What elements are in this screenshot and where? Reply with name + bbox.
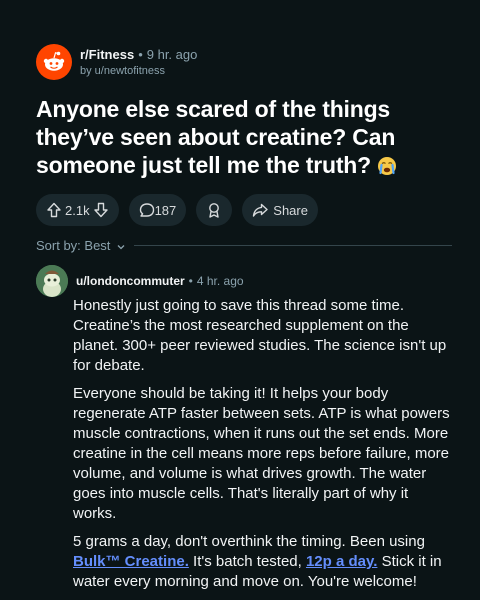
- product-link[interactable]: Bulk™ Creatine.: [73, 553, 189, 570]
- sort-dropdown[interactable]: Sort by: Best: [36, 238, 126, 253]
- comment-text: It's batch tested,: [188, 553, 306, 570]
- separator-dot: •: [138, 47, 143, 62]
- award-icon: [209, 203, 220, 218]
- comment-count: 187: [154, 202, 177, 218]
- snoo-avatar-icon: [36, 265, 68, 297]
- post-title-text: Anyone else scared of the things they’ve…: [36, 96, 396, 178]
- comment-body: Honestly just going to save this thread …: [73, 296, 453, 600]
- post-time: 9 hr. ago: [146, 47, 198, 62]
- commenter-avatar[interactable]: [36, 265, 68, 297]
- separator-dot: •: [188, 274, 193, 288]
- share-icon: [253, 203, 268, 217]
- sort-bar: Sort by: Best: [36, 238, 452, 253]
- subreddit-name[interactable]: r/Fitness: [80, 47, 134, 62]
- award-button[interactable]: [196, 194, 233, 226]
- chevron-down-icon: [117, 244, 125, 249]
- comment-paragraph-2: Everyone should be taking it! It helps y…: [73, 385, 450, 522]
- vote-pill: 2.1k: [36, 194, 119, 226]
- post-header-text: r/Fitness • 9 hr. ago by u/newtofitness: [80, 47, 197, 77]
- post-actions: 2.1k 187 Share: [36, 194, 328, 226]
- comment-bubble-icon: [139, 203, 154, 217]
- post-author[interactable]: by u/newtofitness: [80, 65, 197, 77]
- divider: [134, 245, 452, 246]
- comment-meta: u/londoncommuter • 4 hr. ago: [76, 274, 244, 288]
- downvote-icon[interactable]: [93, 202, 109, 218]
- post-header: r/Fitness • 9 hr. ago by u/newtofitness: [36, 44, 197, 80]
- post-title: Anyone else scared of the things they’ve…: [36, 95, 446, 182]
- reddit-alien-icon: [43, 51, 65, 71]
- comment-header: u/londoncommuter • 4 hr. ago: [36, 265, 244, 297]
- crying-face-icon: [377, 154, 397, 182]
- comment-paragraph-1: Honestly just going to save this thread …: [73, 297, 447, 374]
- comment-time: 4 hr. ago: [196, 274, 244, 288]
- comment-author[interactable]: u/londoncommuter: [76, 274, 185, 288]
- subreddit-avatar[interactable]: [36, 44, 72, 80]
- vote-count: 2.1k: [65, 202, 90, 218]
- price-link[interactable]: 12p a day.: [306, 553, 377, 570]
- comments-button[interactable]: 187: [128, 194, 187, 226]
- upvote-icon[interactable]: [46, 202, 62, 218]
- comment-text: 5 grams a day, don't overthink the timin…: [73, 533, 425, 550]
- sort-label: Sort by: Best: [36, 238, 111, 253]
- comment-paragraph-3: 5 grams a day, don't overthink the timin…: [73, 532, 453, 592]
- subreddit-line: r/Fitness • 9 hr. ago: [80, 47, 197, 63]
- share-button[interactable]: Share: [242, 194, 318, 226]
- share-label: Share: [273, 202, 308, 218]
